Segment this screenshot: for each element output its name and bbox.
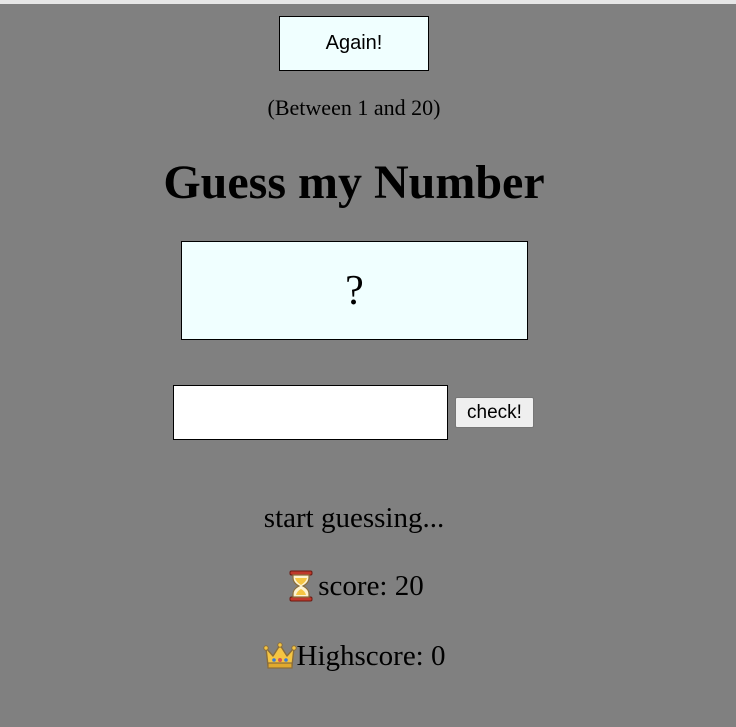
score-label: score: (318, 570, 388, 602)
score-line: score: 20 (0, 568, 708, 604)
status-message: start guessing... (263, 502, 445, 534)
check-button[interactable]: check! (455, 397, 534, 428)
highscore-label: Highscore: (296, 640, 424, 672)
secret-number-display: ? (181, 241, 528, 340)
again-button[interactable]: Again! (279, 16, 429, 71)
score-value: 20 (394, 570, 424, 602)
range-hint: (Between 1 and 20) (267, 95, 441, 120)
highscore-line: Highscore: 0 (0, 638, 708, 674)
crown-icon (262, 642, 297, 669)
page-title: Guess my Number (163, 156, 545, 209)
hourglass-icon (289, 570, 313, 602)
highscore-value: 0 (431, 640, 446, 672)
secret-number-value: ? (345, 267, 364, 314)
top-strip (0, 0, 736, 4)
guess-input[interactable] (173, 385, 448, 440)
